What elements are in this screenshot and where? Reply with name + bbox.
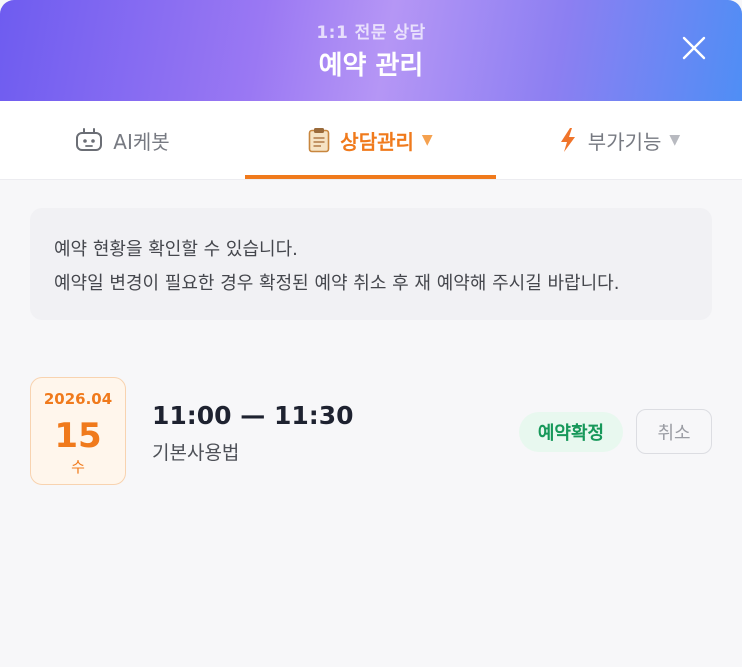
robot-icon (75, 127, 103, 153)
active-tab-indicator (245, 175, 496, 179)
clipboard-icon (308, 127, 330, 153)
tab-extra-features[interactable]: 부가기능 ▼ (496, 101, 742, 179)
notice-line-2: 예약일 변경이 필요한 경우 확정된 예약 취소 후 재 예약해 주시길 바랍니… (54, 273, 620, 294)
date-badge: 2026.04 15 수 (30, 377, 126, 485)
tab-ai-chatbot[interactable]: AI케봇 (0, 101, 245, 179)
tab-label: AI케봇 (113, 129, 170, 154)
notice-line-1: 예약 현황을 확인할 수 있습니다. (54, 239, 298, 260)
tab-bar: AI케봇 상담관리 ▼ 부가기능 ▼ (0, 101, 742, 180)
tab-consultation-management[interactable]: 상담관리 ▼ (245, 101, 496, 179)
status-badge: 예약확정 (519, 412, 623, 452)
close-icon (682, 36, 706, 60)
cancel-button[interactable]: 취소 (636, 409, 712, 454)
date-year-month: 2026.04 (43, 390, 113, 408)
date-day: 15 (54, 416, 102, 456)
page-title: 예약 관리 (318, 51, 424, 81)
modal-header: 1:1 전문 상담 예약 관리 (0, 0, 742, 101)
notice-box: 예약 현황을 확인할 수 있습니다. 예약일 변경이 필요한 경우 확정된 예약… (30, 208, 712, 320)
reservation-time: 11:00 — 11:30 (152, 401, 354, 430)
date-weekday: 수 (71, 458, 85, 476)
tab-label: 상담관리 (340, 129, 414, 154)
lightning-icon (558, 127, 578, 153)
close-button[interactable] (676, 30, 712, 66)
tab-label: 부가기능 (587, 129, 662, 154)
chevron-down-icon: ▼ (421, 132, 433, 148)
reservation-service: 기본사용법 (152, 442, 240, 464)
header-subtitle: 1:1 전문 상담 (316, 23, 426, 43)
chevron-down-icon: ▼ (669, 132, 681, 148)
